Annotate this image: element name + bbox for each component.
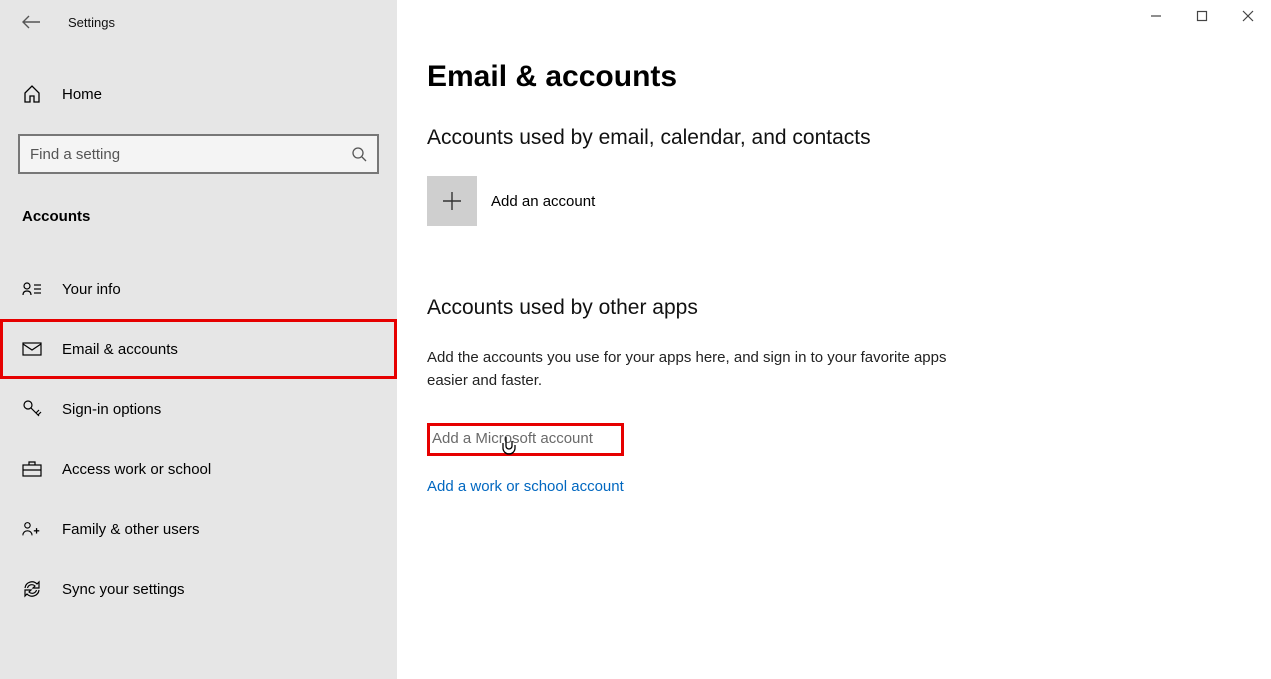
- maximize-icon: [1196, 10, 1208, 22]
- sidebar-item-label: Your info: [62, 281, 121, 298]
- sidebar-item-your-info[interactable]: Your info: [0, 259, 397, 319]
- minimize-icon: [1150, 10, 1162, 22]
- sidebar-item-email-accounts[interactable]: Email & accounts: [0, 319, 397, 379]
- minimize-button[interactable]: [1133, 0, 1179, 32]
- sidebar: Settings Home Accounts Your info: [0, 0, 397, 679]
- search-box[interactable]: [18, 134, 379, 174]
- close-button[interactable]: [1225, 0, 1271, 32]
- add-account-button[interactable]: Add an account: [427, 176, 1271, 226]
- category-label: Accounts: [22, 208, 397, 225]
- main-content: Email & accounts Accounts used by email,…: [397, 0, 1271, 679]
- sync-icon: [22, 579, 42, 599]
- page-title: Email & accounts: [427, 60, 1271, 94]
- people-plus-icon: [22, 519, 42, 539]
- link-label: Add a Microsoft account: [432, 430, 593, 447]
- arrow-left-icon: [22, 15, 40, 29]
- section-description: Add the accounts you use for your apps h…: [427, 346, 947, 393]
- sidebar-item-label: Sign-in options: [62, 401, 161, 418]
- nav-list: Your info Email & accounts Sign-in optio…: [0, 259, 397, 619]
- section-heading-email: Accounts used by email, calendar, and co…: [427, 126, 1271, 150]
- search-icon: [351, 146, 367, 162]
- sidebar-item-signin-options[interactable]: Sign-in options: [0, 379, 397, 439]
- home-label: Home: [62, 86, 102, 103]
- key-icon: [22, 399, 42, 419]
- back-button[interactable]: [22, 15, 40, 29]
- add-account-label: Add an account: [491, 193, 595, 210]
- briefcase-icon: [22, 459, 42, 479]
- person-card-icon: [22, 279, 42, 299]
- window-controls: [1133, 0, 1271, 32]
- sidebar-item-label: Sync your settings: [62, 581, 185, 598]
- home-icon: [22, 84, 42, 104]
- mail-icon: [22, 339, 42, 359]
- add-work-school-account-link[interactable]: Add a work or school account: [427, 478, 1271, 495]
- sidebar-item-label: Family & other users: [62, 521, 200, 538]
- plus-icon: [427, 176, 477, 226]
- app-title: Settings: [68, 15, 115, 30]
- section-heading-other-apps: Accounts used by other apps: [427, 296, 1271, 320]
- add-microsoft-account-link[interactable]: Add a Microsoft account: [427, 423, 624, 456]
- sidebar-item-label: Email & accounts: [62, 341, 178, 358]
- sidebar-item-sync-settings[interactable]: Sync your settings: [0, 559, 397, 619]
- maximize-button[interactable]: [1179, 0, 1225, 32]
- sidebar-item-access-work-school[interactable]: Access work or school: [0, 439, 397, 499]
- home-nav[interactable]: Home: [0, 74, 397, 114]
- sidebar-item-family-other-users[interactable]: Family & other users: [0, 499, 397, 559]
- title-bar: Settings: [0, 0, 397, 44]
- close-icon: [1242, 10, 1254, 22]
- search-input[interactable]: [30, 146, 351, 163]
- sidebar-item-label: Access work or school: [62, 461, 211, 478]
